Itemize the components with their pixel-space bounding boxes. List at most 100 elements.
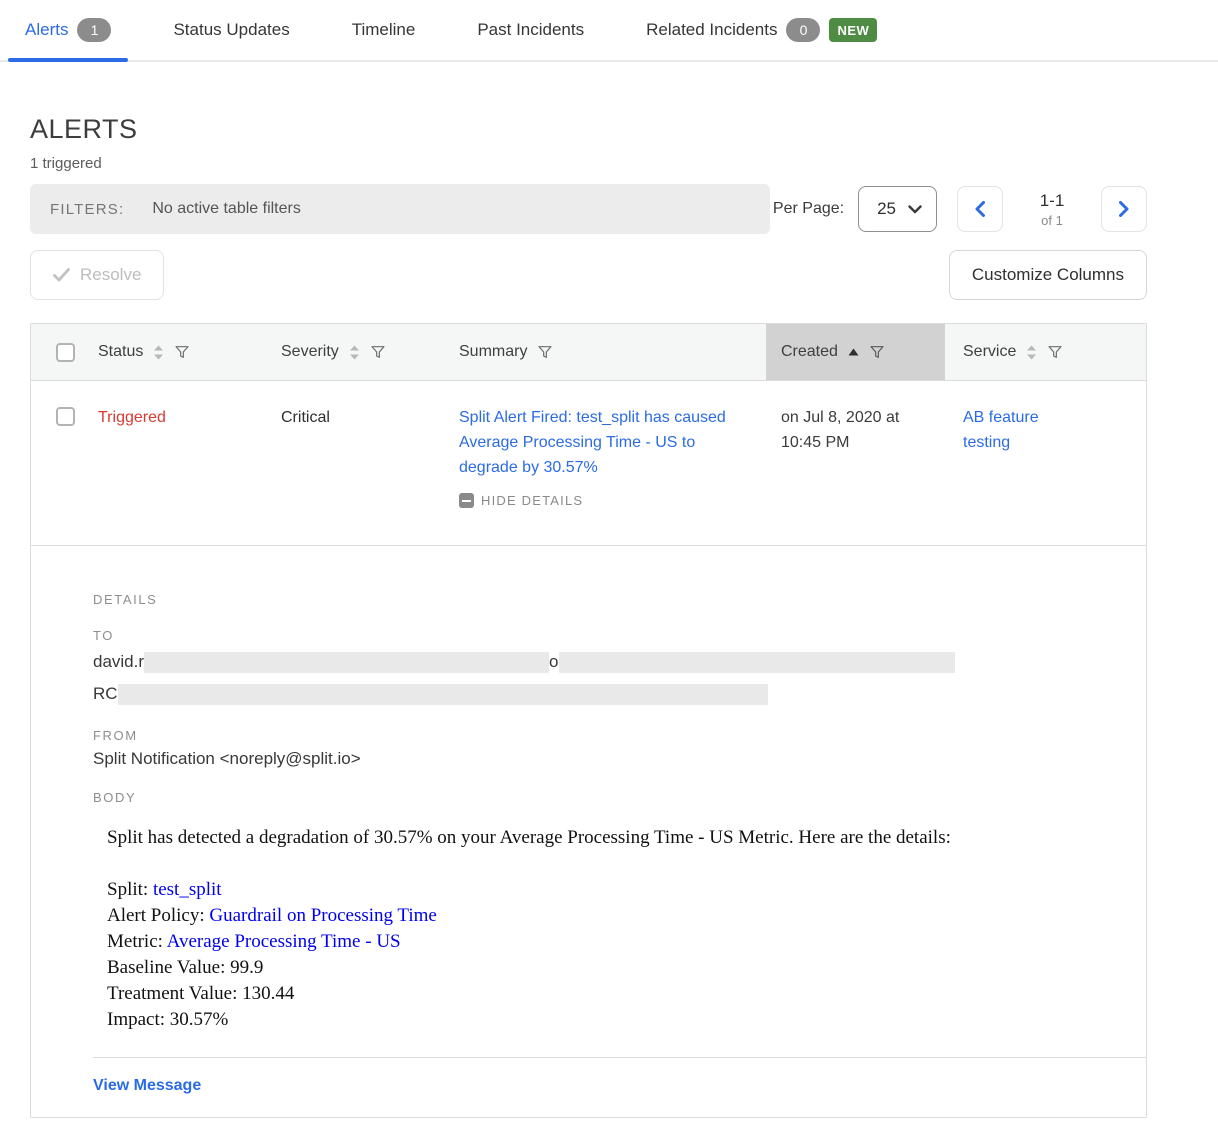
table-header-row: Status Severity Summary [31,324,1146,381]
metric-link[interactable]: Average Processing Time - US [167,931,401,952]
field-label: Treatment Value: [107,983,237,1004]
row-severity: Critical [281,381,459,545]
chevron-right-icon [1119,201,1129,217]
page-title: ALERTS [30,114,1147,145]
tab-status-updates-label: Status Updates [173,20,289,40]
redacted-text [559,652,955,673]
row-summary-cell: Split Alert Fired: test_split has caused… [459,381,766,545]
select-all-cell [31,324,98,380]
tab-related-incidents[interactable]: Related Incidents 0 NEW [629,0,894,60]
hide-details-toggle[interactable]: HIDE DETAILS [459,488,742,513]
email-field-split: Split: test_split [107,877,1146,903]
chevron-down-icon [908,205,922,214]
severity-column-label: Severity [281,343,339,361]
alerts-count-badge: 1 [77,18,111,42]
customize-columns-label: Customize Columns [972,265,1124,285]
filter-icon[interactable] [1047,344,1063,360]
email-body: Split has detected a degradation of 30.5… [93,805,1146,1033]
row-select-cell [31,381,98,545]
to-recipients-line-2: RC [93,681,1146,707]
hide-details-label: HIDE DETAILS [481,488,583,513]
page-range-total: of 1 [1017,213,1087,228]
filter-icon[interactable] [869,344,885,360]
alert-details-panel: DETAILS TO david.ro RC FROM Split Notifi… [31,546,1146,1117]
field-label: Split: [107,879,148,900]
field-label: Alert Policy: [107,905,205,926]
field-value: 99.9 [230,957,263,978]
column-header-created[interactable]: Created [766,324,945,380]
filter-bar[interactable]: FILTERS: No active table filters [30,184,770,234]
per-page-select[interactable]: 25 [858,186,937,232]
service-column-label: Service [963,343,1016,361]
filter-icon[interactable] [537,344,553,360]
sort-ascending-icon[interactable] [848,348,859,356]
to-recipient-text: o [549,652,558,672]
tab-related-incidents-label: Related Incidents [646,20,777,40]
toolbar-row: Resolve Customize Columns [30,250,1147,300]
email-body-intro: Split has detected a degradation of 30.5… [107,825,1146,851]
table-row: Triggered Critical Split Alert Fired: te… [31,381,1146,546]
new-feature-badge: NEW [829,18,877,42]
email-field-impact: Impact: 30.57% [107,1007,1146,1033]
field-value: 30.57% [170,1009,229,1030]
sort-icon[interactable] [349,345,360,360]
per-page-value: 25 [877,199,896,219]
status-column-label: Status [98,343,143,361]
tab-alerts[interactable]: Alerts 1 [8,0,128,60]
field-label: Impact: [107,1009,165,1030]
alert-policy-link[interactable]: Guardrail on Processing Time [209,905,436,926]
tab-bar: Alerts 1 Status Updates Timeline Past In… [0,0,1218,62]
collapse-minus-icon [459,493,474,508]
split-link[interactable]: test_split [153,879,222,900]
redacted-text [118,684,768,705]
email-field-metric: Metric: Average Processing Time - US [107,929,1146,955]
to-label: TO [93,628,1146,643]
service-link[interactable]: AB feature testing [963,405,1068,455]
triggered-count: 1 triggered [30,155,1147,172]
per-page-label: Per Page: [773,200,844,218]
prev-page-button[interactable] [957,186,1003,232]
related-incidents-count-badge: 0 [786,18,820,42]
from-label: FROM [93,728,1146,743]
row-status: Triggered [98,381,281,545]
view-message-link[interactable]: View Message [93,1077,201,1094]
select-all-checkbox[interactable] [56,343,75,362]
row-service-cell: AB feature testing [945,381,1146,545]
page-range: 1-1 of 1 [1017,191,1087,228]
pagination: Per Page: 25 1-1 of 1 [773,186,1147,232]
customize-columns-button[interactable]: Customize Columns [949,250,1147,300]
column-header-severity[interactable]: Severity [281,324,459,380]
redacted-text [144,652,549,673]
resolve-button[interactable]: Resolve [30,250,164,300]
field-label: Baseline Value: [107,957,225,978]
sort-icon[interactable] [153,345,164,360]
tab-past-incidents-label: Past Incidents [477,20,584,40]
next-page-button[interactable] [1101,186,1147,232]
chevron-left-icon [975,201,985,217]
row-checkbox[interactable] [56,407,75,426]
filter-icon[interactable] [174,344,190,360]
page-range-value: 1-1 [1017,191,1087,211]
tab-past-incidents[interactable]: Past Incidents [460,0,601,60]
field-label: Metric: [107,931,163,952]
alerts-table: Status Severity Summary [30,323,1147,1118]
to-recipients-line-1: david.ro [93,649,1146,675]
details-title: DETAILS [93,592,1146,607]
sort-icon[interactable] [1026,345,1037,360]
column-header-service[interactable]: Service [945,324,1146,380]
tab-status-updates[interactable]: Status Updates [156,0,306,60]
to-recipient-text: RC [93,684,118,704]
summary-column-label: Summary [459,343,527,361]
column-header-status[interactable]: Status [98,324,281,380]
spacer [107,851,1146,877]
resolve-button-label: Resolve [80,265,141,285]
summary-link[interactable]: Split Alert Fired: test_split has caused… [459,405,742,480]
body-label: BODY [93,790,1146,805]
tab-alerts-label: Alerts [25,20,68,40]
column-header-summary[interactable]: Summary [459,324,766,380]
tab-timeline-label: Timeline [352,20,416,40]
filter-icon[interactable] [370,344,386,360]
tab-timeline[interactable]: Timeline [335,0,433,60]
filters-label: FILTERS: [50,201,124,218]
view-message-section: View Message [93,1057,1146,1117]
